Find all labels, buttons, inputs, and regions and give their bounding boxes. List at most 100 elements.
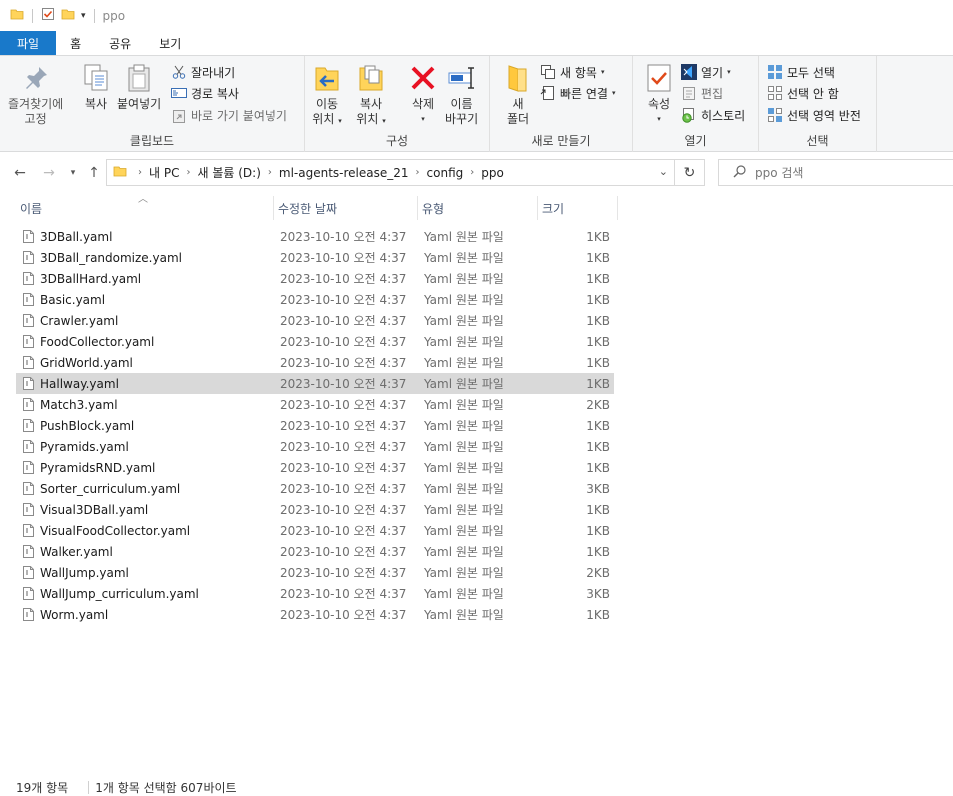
tab-home[interactable]: 홈 (56, 31, 95, 55)
file-row[interactable]: Visual3DBall.yaml 2023-10-10 오전 4:37 Yaml … (16, 499, 614, 520)
history-label: 히스토리 (701, 108, 746, 123)
rename-label-line2: 바꾸기 (445, 112, 479, 126)
move-to-folder-icon (311, 62, 343, 94)
select-all-button[interactable]: 모두 선택 (767, 62, 835, 82)
properties-chevron-icon[interactable]: ▾ (657, 112, 661, 127)
file-row[interactable]: WallJump_curriculum.yaml 2023-10-10 오전 4:… (16, 583, 614, 604)
selection-info: 1개 항목 선택함 607바이트 (95, 781, 237, 795)
file-row[interactable]: Pyramids.yaml 2023-10-10 오전 4:37 Yaml 원본 파… (16, 436, 614, 457)
breadcrumb-config[interactable]: config (427, 166, 464, 180)
new-folder-button[interactable]: 새 폴더 (502, 62, 534, 127)
file-size: 3KB (586, 481, 610, 496)
file-row[interactable]: Hallway.yaml 2023-10-10 오전 4:37 Yaml 원본 파일… (16, 373, 614, 394)
address-bar[interactable]: › 내 PC › 새 볼륨 (D:) › ml-agents-release_2… (106, 159, 675, 186)
breadcrumb-ml-agents[interactable]: ml-agents-release_21 (279, 166, 409, 180)
move-to-button[interactable]: 이동 위치 ▾ (311, 62, 343, 129)
breadcrumb-this-pc[interactable]: 내 PC (149, 164, 179, 181)
column-header-size[interactable]: 크기 (538, 196, 618, 220)
pin-label-line1: 즐겨찾기에 (8, 97, 64, 111)
back-arrow-icon[interactable]: ← (11, 164, 29, 182)
select-none-button[interactable]: 선택 안 함 (767, 83, 839, 103)
file-row[interactable]: GridWorld.yaml 2023-10-10 오전 4:37 Yaml 원본 … (16, 352, 614, 373)
cut-button[interactable]: 잘라내기 (171, 62, 235, 82)
file-type: Yaml 원본 파일 (424, 566, 504, 580)
file-size: 1KB (586, 544, 610, 559)
copy-to-button[interactable]: 복사 위치 ▾ (355, 62, 387, 129)
text-file-icon (23, 335, 34, 348)
new-folder-icon (502, 62, 534, 94)
file-row[interactable]: WallJump.yaml 2023-10-10 오전 4:37 Yaml 원본 파… (16, 562, 614, 583)
tab-share[interactable]: 공유 (95, 31, 145, 55)
new-item-button[interactable]: 새 항목 ▾ (540, 62, 604, 82)
file-size: 1KB (586, 229, 610, 244)
file-row[interactable]: 3DBallHard.yaml 2023-10-10 오전 4:37 Yaml 원본… (16, 268, 614, 289)
properties-check-icon[interactable] (41, 7, 55, 24)
history-button[interactable]: 히스토리 (681, 105, 745, 125)
refresh-icon[interactable]: ↻ (675, 159, 705, 186)
organize-group-label: 구성 (385, 134, 409, 148)
file-date: 2023-10-10 오전 4:37 (280, 440, 407, 454)
invert-selection-button[interactable]: 선택 영역 반전 (767, 105, 861, 125)
file-date: 2023-10-10 오전 4:37 (280, 461, 407, 475)
customize-toolbar-chevron-icon[interactable]: ▾ (81, 11, 86, 21)
recent-locations-chevron-icon[interactable]: ▾ (64, 164, 82, 182)
copy-button[interactable]: 복사 (80, 62, 112, 112)
properties-button[interactable]: 속성 ▾ (643, 62, 675, 127)
file-row[interactable]: VisualFoodCollector.yaml 2023-10-10 오전 4:… (16, 520, 614, 541)
new-folder-label-line1: 새 (512, 97, 524, 111)
column-header-type[interactable]: 유형 (418, 196, 538, 220)
rename-button[interactable]: 이름 바꾸기 (445, 62, 478, 127)
up-arrow-icon[interactable]: ↑ (85, 164, 103, 182)
text-file-icon (23, 608, 34, 621)
file-row[interactable]: Walker.yaml 2023-10-10 오전 4:37 Yaml 원본 파일 1… (16, 541, 614, 562)
clipboard-paste-icon (123, 62, 155, 94)
search-input[interactable]: ppo 검색 (718, 159, 953, 186)
copy-path-button[interactable]: 경로 복사 (171, 83, 239, 103)
edit-button[interactable]: 편집 (681, 83, 723, 103)
file-row[interactable]: PyramidsRND.yaml 2023-10-10 오전 4:37 Yaml 원… (16, 457, 614, 478)
text-file-icon (23, 272, 34, 285)
properties-icon (643, 62, 675, 94)
invert-selection-label: 선택 영역 반전 (787, 108, 861, 123)
tab-file[interactable]: 파일 (0, 31, 57, 55)
new-folder-quick-icon[interactable] (61, 7, 75, 24)
rename-icon (446, 62, 478, 94)
file-list: 3DBall.yaml 2023-10-10 오전 4:37 Yaml 원본 파일 1… (16, 226, 614, 625)
file-row[interactable]: 3DBall_randomize.yaml 2023-10-10 오전 4:37 Y… (16, 247, 614, 268)
paste-shortcut-icon (171, 107, 187, 123)
breadcrumb-drive[interactable]: 새 볼륨 (D:) (197, 164, 260, 181)
file-name: FoodCollector.yaml (40, 334, 155, 349)
scissors-icon (171, 64, 187, 80)
open-button[interactable]: 열기 ▾ (681, 62, 731, 82)
file-row[interactable]: Sorter_curriculum.yaml 2023-10-10 오전 4:37… (16, 478, 614, 499)
column-header-name[interactable]: 이름 (16, 196, 274, 220)
copy-to-folder-icon (355, 62, 387, 94)
delete-dropdown-chevron-icon[interactable]: ▾ (421, 112, 425, 127)
file-type: Yaml 원본 파일 (424, 272, 504, 286)
pin-to-quick-access-button[interactable]: 즐겨찾기에 고정 (8, 62, 63, 127)
file-size: 1KB (586, 313, 610, 328)
file-row[interactable]: Match3.yaml 2023-10-10 오전 4:37 Yaml 원본 파일 2… (16, 394, 614, 415)
open-group: 속성 ▾ 열기 ▾ 편집 히스토리 열기 (633, 56, 759, 152)
easy-access-label: 빠른 연결 (560, 86, 608, 101)
paste-shortcut-button[interactable]: 바로 가기 붙여넣기 (171, 105, 287, 125)
forward-arrow-icon[interactable]: → (40, 164, 58, 182)
easy-access-button[interactable]: 빠른 연결 ▾ (540, 83, 616, 103)
tab-view[interactable]: 보기 (145, 31, 195, 55)
file-row[interactable]: Basic.yaml 2023-10-10 오전 4:37 Yaml 원본 파일 1K… (16, 289, 614, 310)
breadcrumb-ppo[interactable]: ppo (481, 166, 504, 180)
file-row[interactable]: Crawler.yaml 2023-10-10 오전 4:37 Yaml 원본 파일… (16, 310, 614, 331)
file-row[interactable]: FoodCollector.yaml 2023-10-10 오전 4:37 Yaml… (16, 331, 614, 352)
address-history-chevron-icon[interactable]: ⌄ (659, 165, 668, 178)
organize-group: 이동 위치 ▾ 복사 위치 ▾ 삭제 ▾ 이름 바꾸기 구성 (305, 56, 490, 152)
delete-button[interactable]: 삭제 ▾ (407, 62, 439, 127)
column-header-date[interactable]: 수정한 날짜 (274, 196, 418, 220)
file-row[interactable]: Worm.yaml 2023-10-10 오전 4:37 Yaml 원본 파일 1KB (16, 604, 614, 625)
text-file-icon (23, 293, 34, 306)
file-row[interactable]: 3DBall.yaml 2023-10-10 오전 4:37 Yaml 원본 파일 1… (16, 226, 614, 247)
paste-button[interactable]: 붙여넣기 (117, 62, 161, 112)
file-row[interactable]: PushBlock.yaml 2023-10-10 오전 4:37 Yaml 원본 … (16, 415, 614, 436)
file-size: 1KB (586, 439, 610, 454)
new-item-icon (540, 64, 556, 80)
file-size: 1KB (586, 523, 610, 538)
